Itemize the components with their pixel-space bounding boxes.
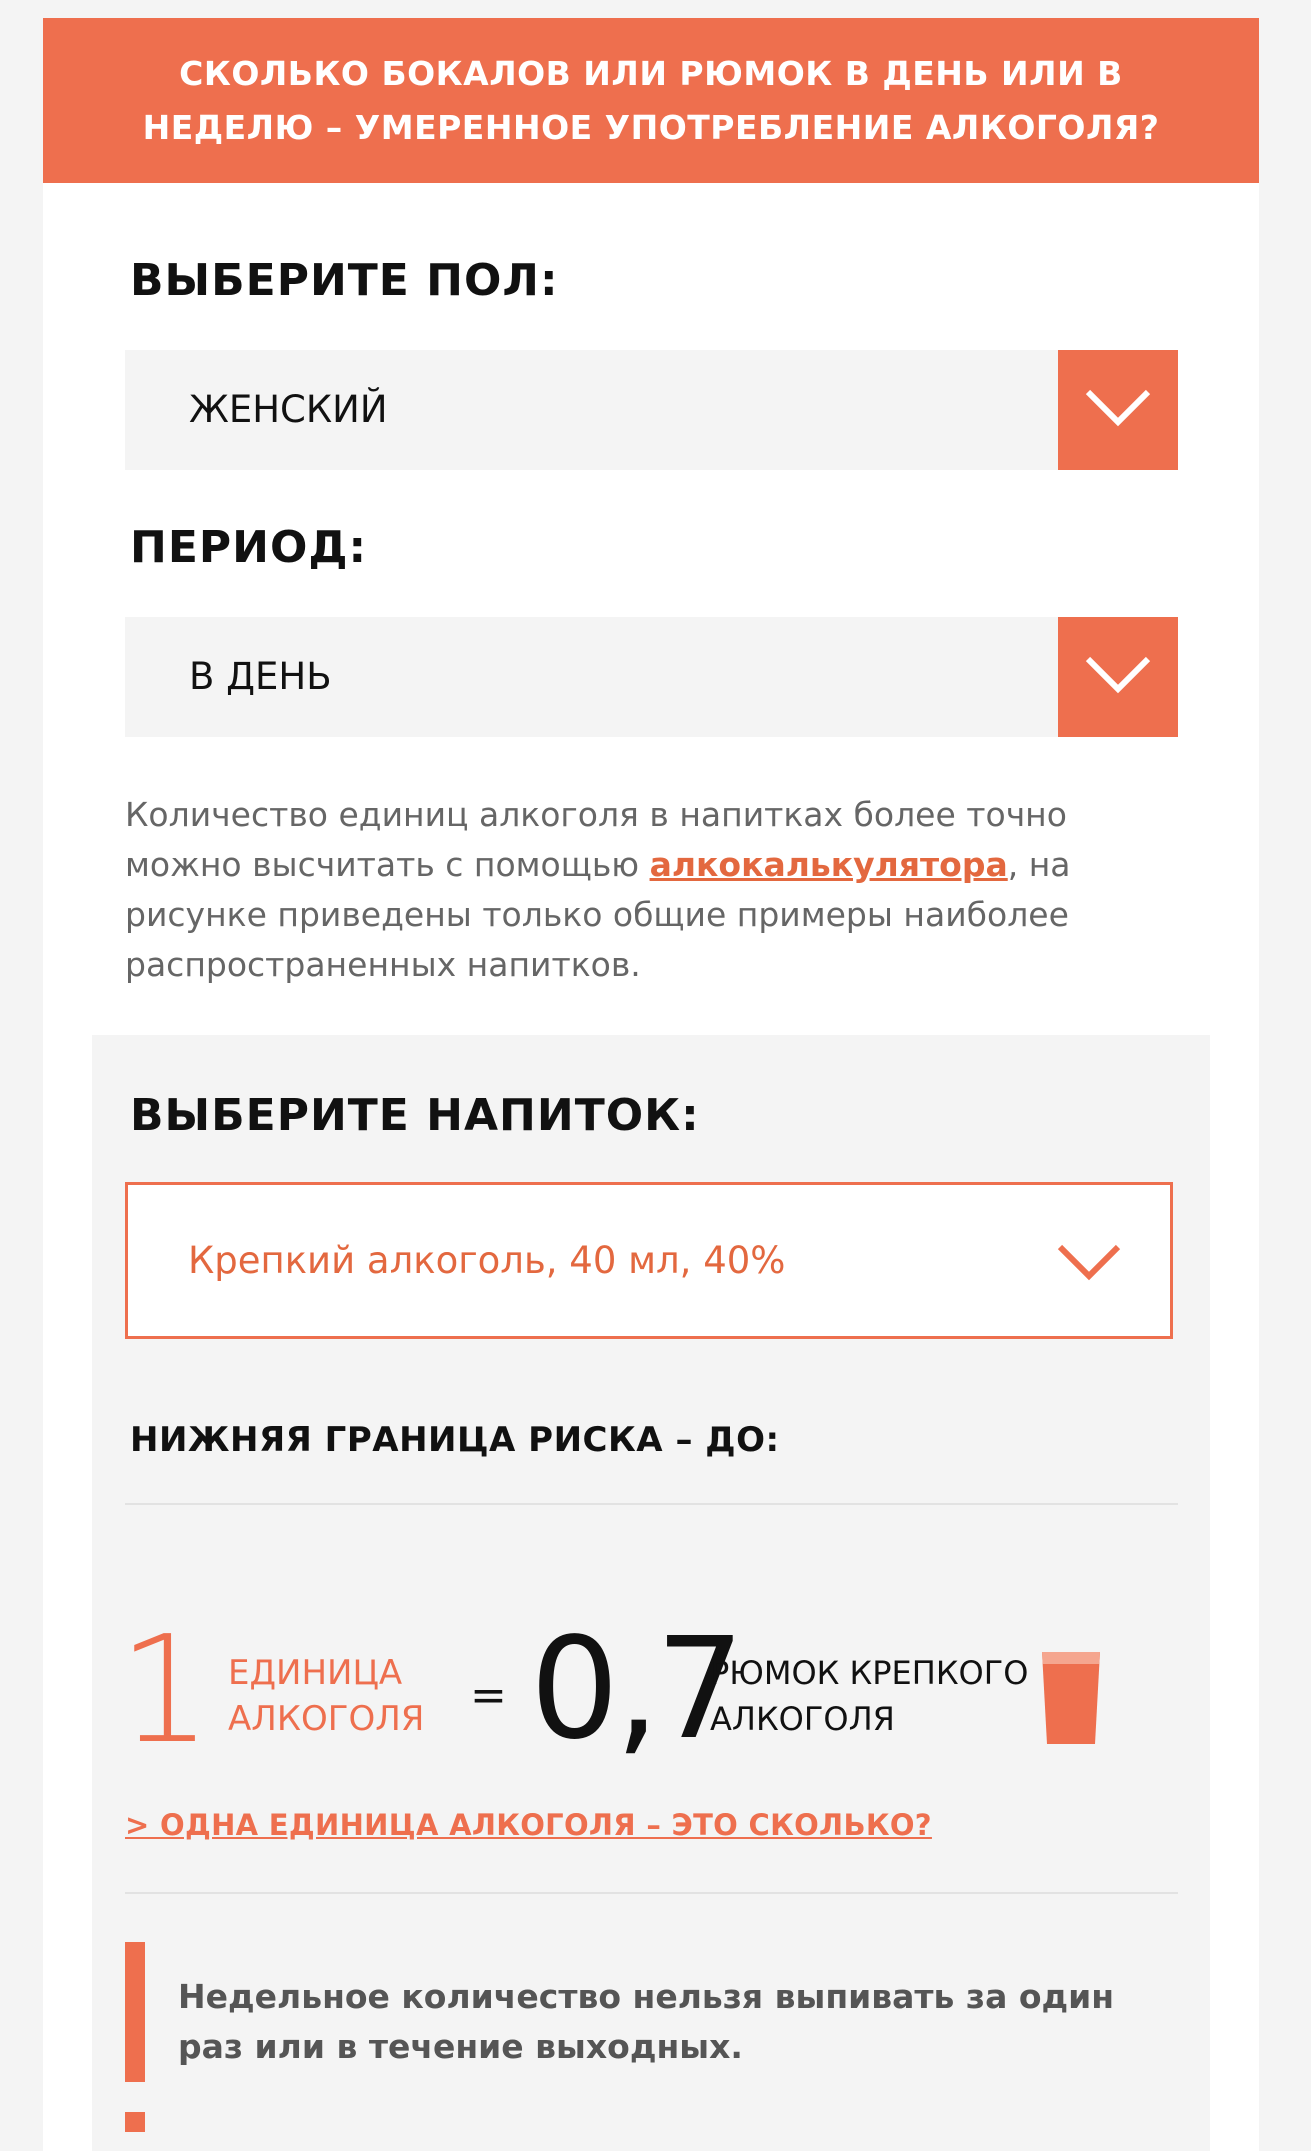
shot-glass-icon <box>1042 1652 1100 1744</box>
period-select-value: В ДЕНЬ <box>189 655 332 698</box>
drink-select[interactable]: Крепкий алкоголь, 40 мл, 40% <box>125 1182 1173 1339</box>
chevron-down-icon <box>1057 1244 1121 1281</box>
period-label: ПЕРИОД: <box>130 522 368 573</box>
period-select[interactable]: В ДЕНЬ <box>125 617 1178 737</box>
gender-select-value: ЖЕНСКИЙ <box>189 388 388 431</box>
chevron-down-icon <box>1085 656 1151 694</box>
amount-label: РЮМОК КРЕПКОГО АЛКОГОЛЯ <box>710 1654 1029 1738</box>
gender-select-toggle[interactable] <box>1058 350 1178 470</box>
gender-label: ВЫБЕРИТЕ ПОЛ: <box>130 255 559 306</box>
page-title: СКОЛЬКО БОКАЛОВ ИЛИ РЮМОК В ДЕНЬ ИЛИ В Н… <box>142 53 1160 147</box>
page-header: СКОЛЬКО БОКАЛОВ ИЛИ РЮМОК В ДЕНЬ ИЛИ В Н… <box>43 18 1259 183</box>
drink-select-value: Крепкий алкоголь, 40 мл, 40% <box>188 1239 786 1282</box>
risk-title: НИЖНЯЯ ГРАНИЦА РИСКА – ДО: <box>130 1420 780 1460</box>
equals-sign: = <box>470 1670 507 1721</box>
chevron-down-icon <box>1085 389 1151 427</box>
drink-label: ВЫБЕРИТЕ НАПИТОК: <box>130 1090 700 1141</box>
units-value: 1 <box>118 1604 213 1776</box>
warning-bar-icon <box>125 1942 145 2082</box>
divider <box>125 1892 1178 1894</box>
warning-dot-icon <box>125 2112 145 2132</box>
alcocalculator-link[interactable]: алкокалькулятора <box>650 845 1008 884</box>
units-label: ЕДИНИЦА АЛКОГОЛЯ <box>228 1653 425 1739</box>
warning-text: Недельное количество нельзя выпивать за … <box>178 1977 1115 2066</box>
period-select-toggle[interactable] <box>1058 617 1178 737</box>
info-text: Количество единиц алкоголя в напитках бо… <box>125 790 1185 990</box>
divider <box>125 1503 1178 1505</box>
one-unit-info-link[interactable]: > ОДНА ЕДИНИЦА АЛКОГОЛЯ – ЭТО СКОЛЬКО? <box>125 1808 932 1842</box>
gender-select[interactable]: ЖЕНСКИЙ <box>125 350 1178 470</box>
